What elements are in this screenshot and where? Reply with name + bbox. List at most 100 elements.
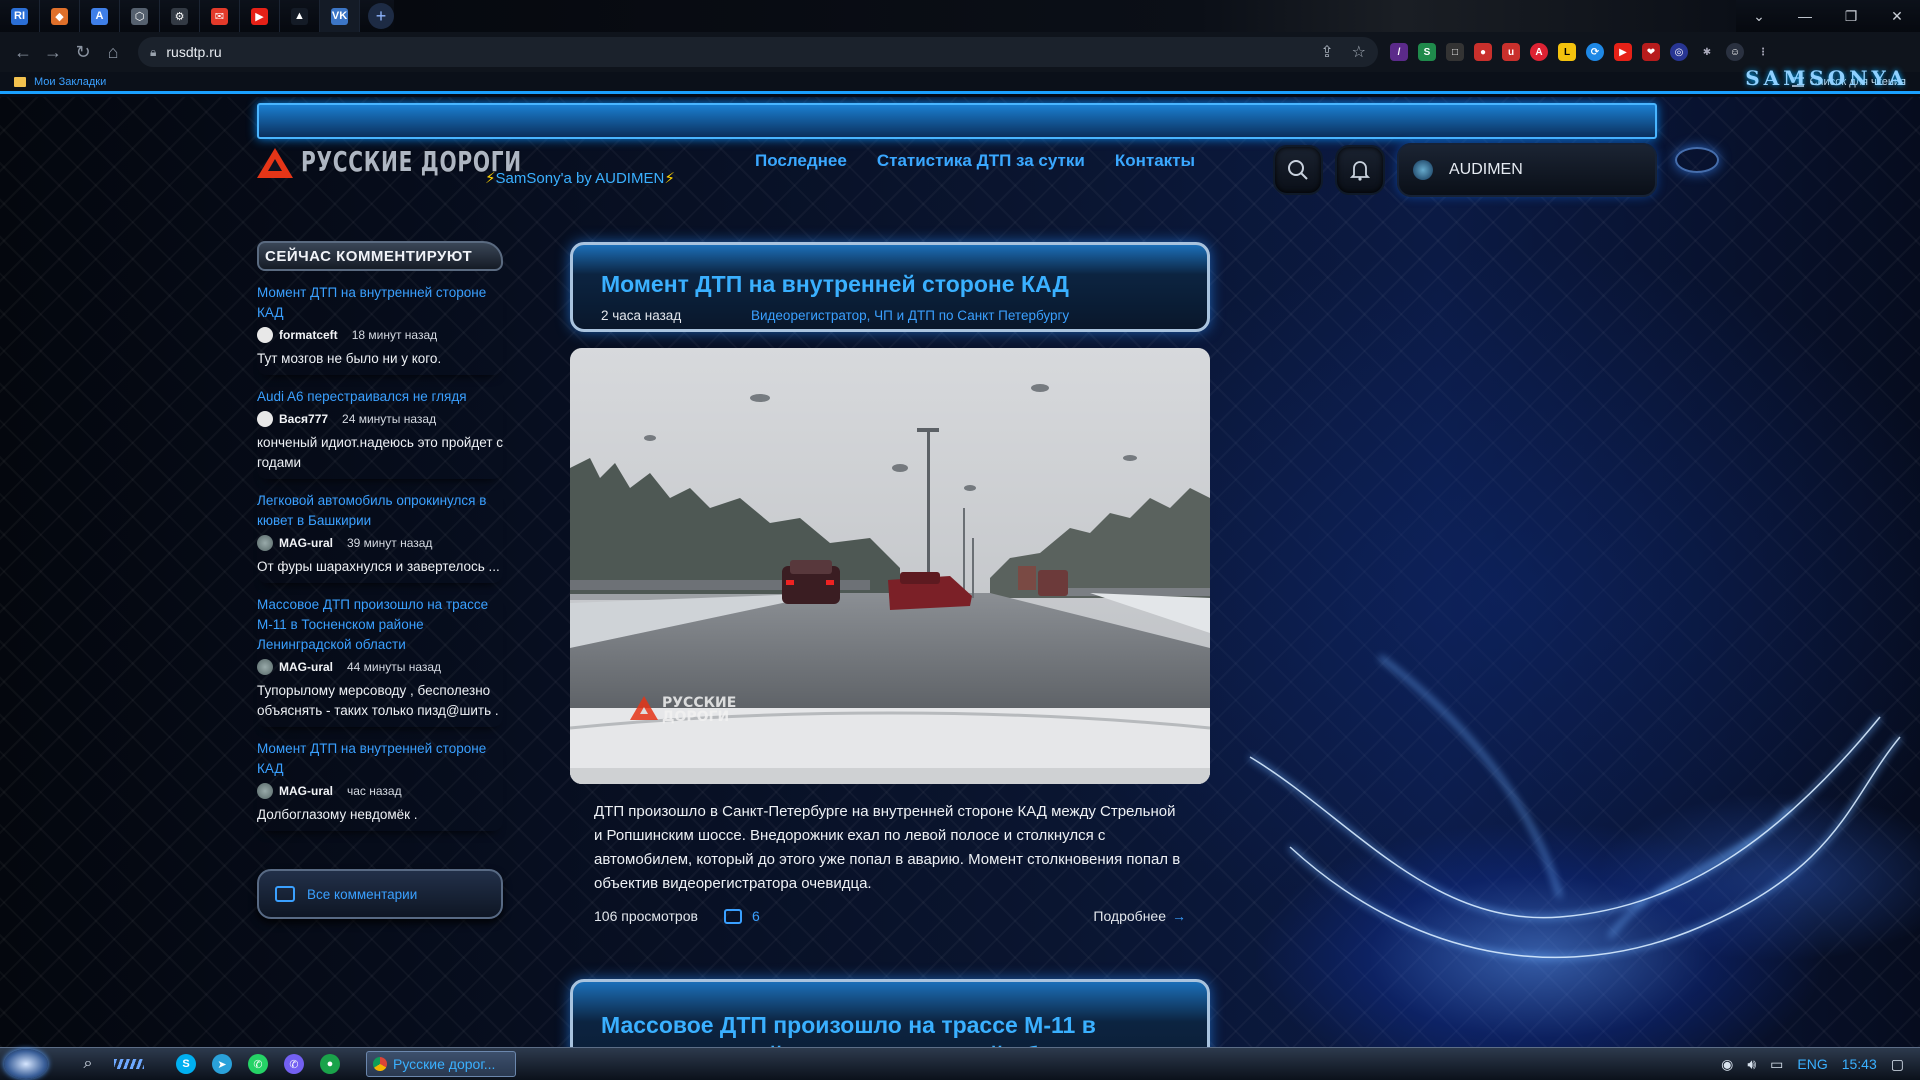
article-meta: 2 часа назад Видеорегистратор, ЧП и ДТП … <box>601 308 1181 323</box>
pen-extension-icon[interactable]: / <box>1390 43 1408 61</box>
skin-credit: ⚡SamSony'a by AUDIMEN⚡ <box>485 169 675 187</box>
rz-tab-icon: RI <box>11 7 28 25</box>
comment-bubble-icon <box>723 908 742 924</box>
video-preview[interactable]: РУССКИЕ ДОРОГИ <box>570 348 1210 784</box>
article-card: Момент ДТП на внутренней стороне КАД 2 ч… <box>570 242 1210 948</box>
url-input[interactable]: 🔒︎ rusdtp.ru ⇪ ☆ <box>138 37 1378 67</box>
tab-search-chevron-icon[interactable]: ⌄ <box>1736 0 1782 32</box>
minimize-button[interactable]: — <box>1782 0 1828 32</box>
category-link-spb[interactable]: ЧП и ДТП по Санкт Петербургу <box>874 308 1069 323</box>
clock[interactable]: 15:43 <box>1842 1056 1877 1072</box>
keyboard-language[interactable]: ENG <box>1797 1056 1827 1072</box>
comment-article-link[interactable]: Момент ДТП на внутренней стороне КАД <box>257 739 503 779</box>
avatar <box>257 783 273 799</box>
warning-triangle-icon <box>257 148 293 178</box>
restore-button[interactable]: ❐ <box>1828 0 1874 32</box>
profile-avatar-icon[interactable]: ☺ <box>1726 43 1744 61</box>
article-title[interactable]: Момент ДТП на внутренней стороне КАД <box>601 271 1181 298</box>
article-footer: 106 просмотров 6 Подробнее → <box>570 896 1210 924</box>
volume-icon[interactable]: 🔊︎ <box>1747 1056 1756 1073</box>
read-more-link[interactable]: Подробнее → <box>1093 908 1186 924</box>
comments-link[interactable]: 6 <box>723 908 760 924</box>
red-extension-icon[interactable]: ● <box>1474 43 1492 61</box>
folder-icon <box>14 76 26 87</box>
next-article-title[interactable]: Массовое ДТП произошло на трассе М-11 в … <box>601 1010 1179 1047</box>
taskbar-search-icon[interactable]: ⌕ <box>68 1055 108 1073</box>
share-icon[interactable]: ⇪ <box>1320 42 1333 62</box>
header-glow-bar <box>257 103 1657 139</box>
bookmarks-folder-link[interactable]: Мои Закладки <box>34 76 106 88</box>
comment-author[interactable]: MAG-ural <box>279 784 333 798</box>
search-button[interactable] <box>1273 145 1323 195</box>
whatsapp-icon[interactable]: ✆ <box>248 1054 268 1074</box>
comment-author[interactable]: MAG-ural <box>279 536 333 550</box>
comment-time: час назад <box>347 784 402 798</box>
shield-tab-icon: ◆ <box>51 7 68 25</box>
comment-article-link[interactable]: Массовое ДТП произошло на трассе М-11 в … <box>257 595 503 655</box>
comment-author[interactable]: MAG-ural <box>279 660 333 674</box>
close-window-button[interactable]: ✕ <box>1874 0 1920 32</box>
comments-count: 6 <box>751 908 760 924</box>
ub-extension-icon[interactable]: u <box>1502 43 1520 61</box>
box-extension-icon[interactable]: □ <box>1446 43 1464 61</box>
avatar <box>1413 160 1433 180</box>
user-menu-button[interactable]: AUDIMEN <box>1397 143 1657 197</box>
web-page: РУССКИЕ ДОРОГИ ⚡SamSony'a by AUDIMEN⚡ По… <box>0 97 1920 1047</box>
bookmark-extension-icon[interactable]: ❤ <box>1642 43 1660 61</box>
browser-tab[interactable]: A <box>80 0 120 32</box>
user-name: AUDIMEN <box>1449 161 1523 178</box>
a-extension-icon[interactable]: A <box>1530 43 1548 61</box>
browser-tab[interactable]: ⬡ <box>120 0 160 32</box>
avatar <box>257 327 273 343</box>
comment-article-link[interactable]: Audi A6 перестраивался не глядя <box>257 387 503 407</box>
network-status-icon[interactable]: ◉ <box>1721 1056 1733 1073</box>
category-link-dashcam[interactable]: Видеорегистратор <box>751 308 867 323</box>
browser-tab[interactable]: VK <box>320 0 360 32</box>
puzzle-extensions-icon[interactable]: ✱ <box>1698 43 1716 61</box>
comment-article-link[interactable]: Момент ДТП на внутренней стороне КАД <box>257 283 503 323</box>
browser-tab[interactable]: ▲ <box>280 0 320 32</box>
l-extension-icon[interactable]: L <box>1558 43 1576 61</box>
menu-dots-icon[interactable]: ⋮ <box>1754 43 1772 61</box>
viber-icon[interactable]: ✆ <box>284 1054 304 1074</box>
next-article-header: Массовое ДТП произошло на трассе М-11 в … <box>570 979 1210 1047</box>
comment-text: Тут мозгов не было ни у кого. <box>257 351 442 366</box>
forward-arrow-icon[interactable]: → <box>38 37 68 67</box>
browser-tab[interactable]: ▶ <box>240 0 280 32</box>
back-arrow-icon[interactable]: ← <box>8 37 38 67</box>
wechat-icon[interactable]: ● <box>320 1054 340 1074</box>
nav-latest[interactable]: Последнее <box>755 151 847 171</box>
home-icon[interactable]: ⌂ <box>98 37 128 67</box>
comment-time: 39 минут назад <box>347 536 433 550</box>
comment-article-link[interactable]: Легковой автомобиль опрокинулся в кювет … <box>257 491 503 531</box>
taskbar-browser-window[interactable]: Русские дорог... <box>366 1051 516 1077</box>
skype-icon[interactable]: S <box>176 1054 196 1074</box>
taskbar-decoration <box>114 1059 144 1069</box>
new-tab-button[interactable]: + <box>368 3 394 29</box>
browser-tab[interactable]: RI <box>0 0 40 32</box>
browser-tab[interactable]: ✉ <box>200 0 240 32</box>
comment-text: Долбоглазому невдомёк . <box>257 807 418 822</box>
start-button[interactable] <box>4 1049 48 1079</box>
reload-icon[interactable]: ↻ <box>68 37 98 67</box>
bookmark-star-icon[interactable]: ☆ <box>1352 42 1366 62</box>
blue-extension-icon[interactable]: ⟳ <box>1586 43 1604 61</box>
notifications-button[interactable] <box>1335 145 1385 195</box>
comment-author[interactable]: Вася777 <box>279 412 328 426</box>
monitor-icon[interactable]: ▭ <box>1770 1056 1783 1073</box>
youtube-extension-icon[interactable]: ▶ <box>1614 43 1632 61</box>
chrome-icon <box>373 1057 387 1071</box>
notifications-center-icon[interactable]: ▢ <box>1891 1056 1904 1073</box>
telegram-icon[interactable]: ➤ <box>212 1054 232 1074</box>
browser-tab[interactable]: ⚙ <box>160 0 200 32</box>
watermark-line-2: ДОРОГИ <box>662 709 729 725</box>
globe-extension-icon[interactable]: ◎ <box>1670 43 1688 61</box>
all-comments-button[interactable]: Все комментарии <box>257 869 503 919</box>
nav-accident-stats[interactable]: Статистика ДТП за сутки <box>877 151 1085 171</box>
browser-tab[interactable]: ◆ <box>40 0 80 32</box>
comment-author[interactable]: formatceft <box>279 328 338 342</box>
address-bar-row: ← → ↻ ⌂ 🔒︎ rusdtp.ru ⇪ ☆ / S □ ● u A L ⟳… <box>0 32 1920 72</box>
s-extension-icon[interactable]: S <box>1418 43 1436 61</box>
article-age: 2 часа назад <box>601 308 682 323</box>
nav-contacts[interactable]: Контакты <box>1115 151 1195 171</box>
